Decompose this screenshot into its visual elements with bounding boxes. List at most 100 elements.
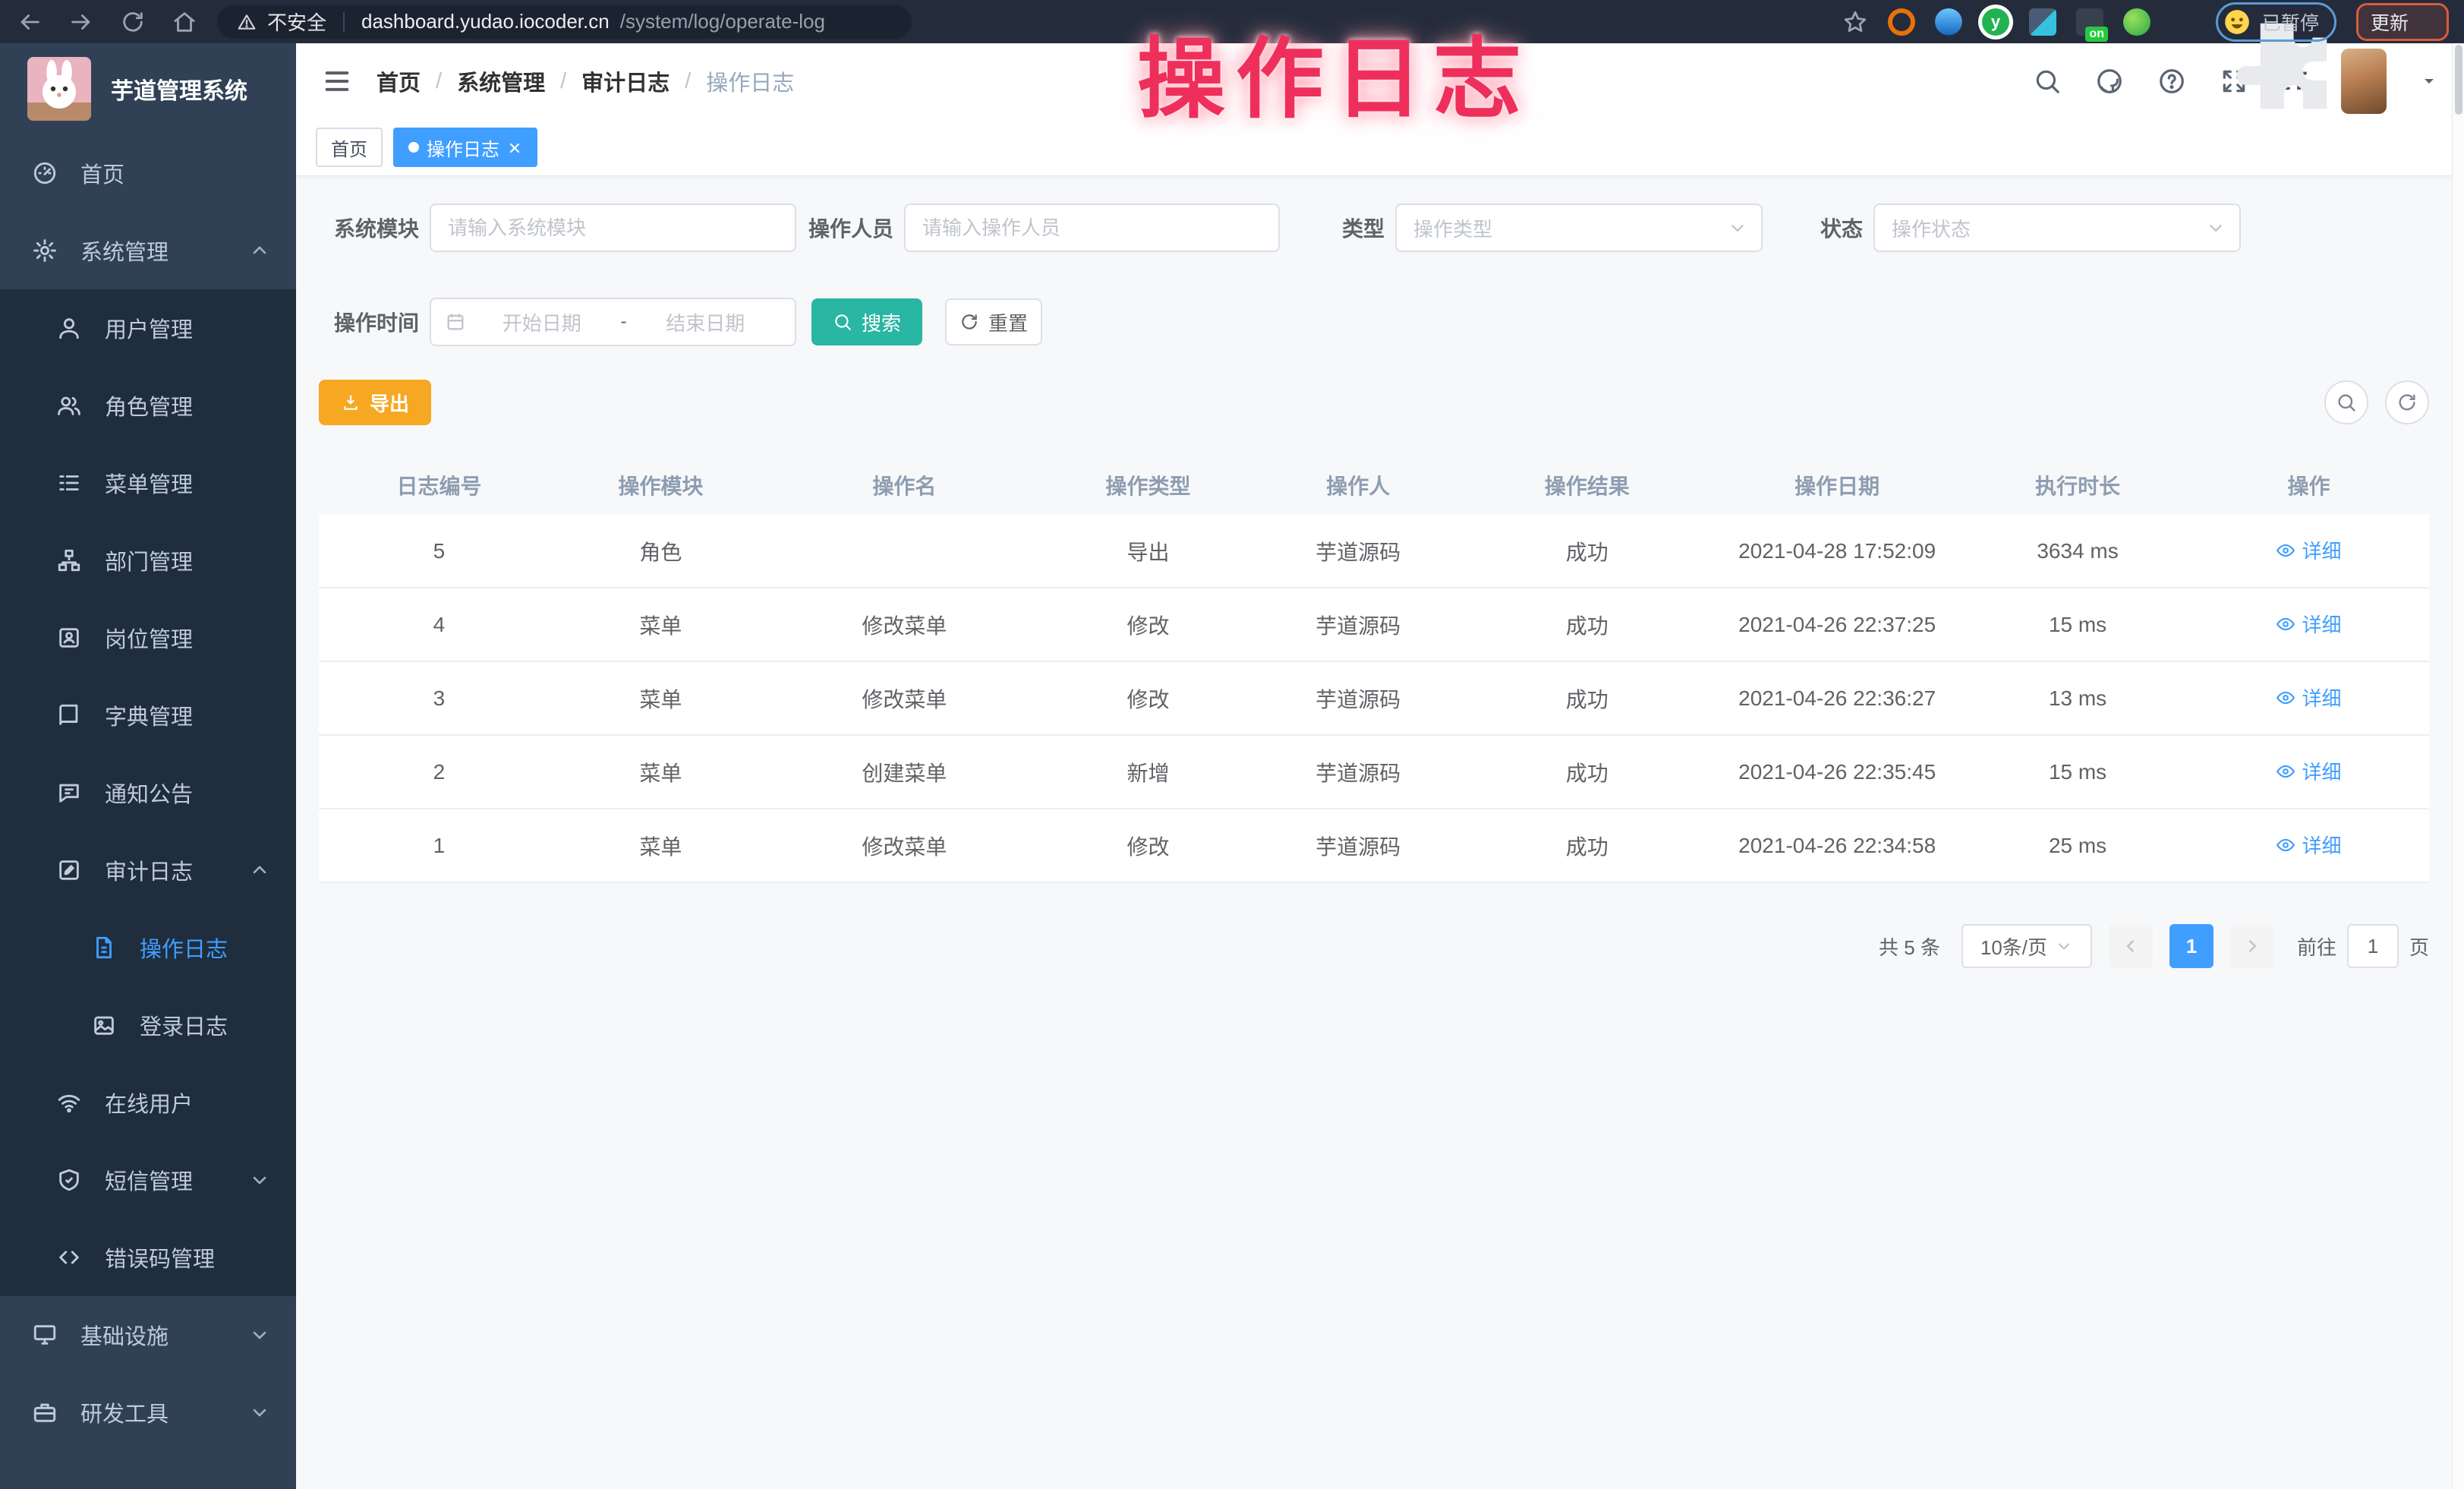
cell-log-id: 2 bbox=[319, 760, 559, 784]
bookmark-star-icon[interactable] bbox=[1842, 9, 1868, 35]
breadcrumb-separator: / bbox=[560, 69, 566, 94]
cell-duration: 15 ms bbox=[1967, 613, 2188, 637]
browser-forward-icon[interactable] bbox=[68, 9, 94, 35]
cell-operation-type: 修改 bbox=[1047, 610, 1249, 640]
app-title: 芋道管理系统 bbox=[111, 72, 247, 106]
column-header: 操作名 bbox=[762, 470, 1047, 500]
tag-home[interactable]: 首页 bbox=[316, 128, 383, 167]
app-logo-row[interactable]: 芋道管理系统 bbox=[0, 43, 296, 134]
sidebar-item-error-code-management[interactable]: 错误码管理 bbox=[0, 1219, 296, 1296]
toggle-search-button[interactable] bbox=[2324, 380, 2368, 424]
next-page-button[interactable] bbox=[2230, 924, 2274, 968]
tags-view-bar: 首页 操作日志 bbox=[296, 119, 2464, 176]
hamburger-icon[interactable] bbox=[322, 66, 352, 96]
detail-link[interactable]: 详细 bbox=[2276, 683, 2341, 711]
extension-leaf-icon[interactable] bbox=[2123, 8, 2150, 36]
search-icon[interactable] bbox=[2033, 67, 2062, 96]
breadcrumb-home[interactable]: 首页 bbox=[377, 65, 421, 97]
status-select[interactable]: 操作状态 bbox=[1873, 203, 2241, 252]
detail-link[interactable]: 详细 bbox=[2276, 610, 2341, 638]
close-icon[interactable] bbox=[507, 140, 522, 155]
cell-log-id: 1 bbox=[319, 834, 559, 858]
extension-green-circle-icon[interactable]: y bbox=[1982, 8, 2009, 36]
app-logo-image bbox=[27, 57, 91, 121]
sidebar-item-notice-announcement[interactable]: 通知公告 bbox=[0, 754, 296, 831]
emoji-avatar-icon bbox=[2223, 8, 2251, 36]
detail-link[interactable]: 详细 bbox=[2276, 536, 2341, 564]
page-size-value: 10条/页 bbox=[1980, 932, 2047, 961]
sidebar-item-label: 系统管理 bbox=[80, 235, 169, 267]
extension-orange-icon[interactable] bbox=[1888, 8, 1915, 36]
update-label: 更新 bbox=[2371, 8, 2409, 36]
breadcrumb-system-management[interactable]: 系统管理 bbox=[457, 65, 545, 97]
sidebar-item-sms-management[interactable]: 短信管理 bbox=[0, 1141, 296, 1219]
operator-input[interactable] bbox=[904, 203, 1280, 252]
sidebar-item-dictionary-management[interactable]: 字典管理 bbox=[0, 677, 296, 754]
extension-pin-icon[interactable] bbox=[1935, 8, 1962, 36]
sidebar-item-infrastructure[interactable]: 基础设施 bbox=[0, 1296, 296, 1374]
cell-module: 菜单 bbox=[559, 831, 762, 861]
detail-link[interactable]: 详细 bbox=[2276, 757, 2341, 785]
extension-blue-icon[interactable] bbox=[2029, 8, 2056, 36]
code-icon bbox=[56, 1245, 82, 1270]
page-scrollbar[interactable] bbox=[2452, 43, 2464, 1489]
refresh-table-button[interactable] bbox=[2385, 380, 2429, 424]
cell-duration: 13 ms bbox=[1967, 686, 2188, 711]
date-range-picker[interactable]: 开始日期 - 结束日期 bbox=[430, 298, 796, 346]
chevron-left-icon bbox=[2121, 936, 2141, 956]
browser-update-button[interactable]: 更新 bbox=[2356, 3, 2449, 41]
sidebar-item-role-management[interactable]: 角色管理 bbox=[0, 367, 296, 444]
sidebar-item-audit-log[interactable]: 审计日志 bbox=[0, 831, 296, 909]
browser-reload-icon[interactable] bbox=[120, 9, 146, 35]
page-size-select[interactable]: 10条/页 bbox=[1961, 924, 2092, 968]
paused-label: 已暂停 bbox=[2262, 8, 2319, 36]
paused-profile-chip[interactable]: 已暂停 bbox=[2216, 2, 2336, 42]
filter-row-2: 操作时间 开始日期 - 结束日期 搜索 重置 bbox=[319, 298, 2429, 346]
page-content: 系统模块 操作人员 类型 操作类型 状态 操作状态 操作时间 开始日期 - 结束… bbox=[296, 176, 2464, 968]
module-input[interactable] bbox=[430, 203, 796, 252]
column-header: 操作模块 bbox=[559, 470, 762, 500]
search-button[interactable]: 搜索 bbox=[811, 298, 922, 345]
chevron-down-icon bbox=[249, 1169, 270, 1191]
users-icon bbox=[56, 393, 82, 418]
sidebar-item-login-log[interactable]: 登录日志 bbox=[0, 986, 296, 1064]
type-select[interactable]: 操作类型 bbox=[1395, 203, 1763, 252]
cell-result: 成功 bbox=[1467, 757, 1707, 787]
eye-icon bbox=[2276, 688, 2295, 708]
goto-page-input[interactable] bbox=[2347, 924, 2399, 968]
github-icon[interactable] bbox=[2095, 67, 2124, 96]
breadcrumb-audit-log[interactable]: 审计日志 bbox=[581, 65, 670, 97]
shield-icon bbox=[56, 1167, 82, 1193]
sidebar-item-department-management[interactable]: 部门管理 bbox=[0, 522, 296, 599]
sidebar-item-system-management[interactable]: 系统管理 bbox=[0, 212, 296, 289]
browser-back-icon[interactable] bbox=[17, 9, 43, 35]
export-button[interactable]: 导出 bbox=[319, 380, 431, 425]
not-secure-warning-icon bbox=[237, 12, 257, 32]
export-button-label: 导出 bbox=[370, 389, 409, 417]
cell-result: 成功 bbox=[1467, 683, 1707, 714]
table-row: 3 菜单 修改菜单 修改 芋道源码 成功 2021-04-26 22:36:27… bbox=[319, 662, 2429, 736]
cell-duration: 15 ms bbox=[1967, 760, 2188, 784]
end-date-placeholder: 结束日期 bbox=[630, 308, 782, 336]
chevron-down-icon bbox=[1728, 218, 1747, 238]
sidebar-item-online-users[interactable]: 在线用户 bbox=[0, 1064, 296, 1141]
extension-dark-icon[interactable]: on bbox=[2076, 8, 2103, 36]
detail-link[interactable]: 详细 bbox=[2276, 831, 2341, 859]
extensions-puzzle-icon[interactable] bbox=[2170, 9, 2196, 35]
tag-operate-log[interactable]: 操作日志 bbox=[393, 128, 537, 167]
browser-menu-dots-icon[interactable] bbox=[2419, 12, 2439, 32]
browser-home-icon[interactable] bbox=[172, 9, 197, 35]
chevron-up-icon bbox=[249, 240, 270, 261]
sidebar-item-post-management[interactable]: 岗位管理 bbox=[0, 599, 296, 677]
sidebar-item-home[interactable]: 首页 bbox=[0, 134, 296, 212]
sidebar-item-operate-log[interactable]: 操作日志 bbox=[0, 909, 296, 986]
page-number-button[interactable]: 1 bbox=[2169, 924, 2214, 968]
sidebar-item-label: 基础设施 bbox=[80, 1319, 169, 1351]
prev-page-button[interactable] bbox=[2109, 924, 2153, 968]
sidebar-item-menu-management[interactable]: 菜单管理 bbox=[0, 444, 296, 522]
reset-button[interactable]: 重置 bbox=[945, 298, 1042, 345]
sidebar-item-dev-tools[interactable]: 研发工具 bbox=[0, 1374, 296, 1451]
table-header-row: 日志编号 操作模块 操作名 操作类型 操作人 操作结果 操作日期 执行时长 操作 bbox=[319, 456, 2429, 515]
address-bar[interactable]: 不安全 dashboard.yudao.iocoder.cn/system/lo… bbox=[217, 5, 912, 39]
sidebar-item-user-management[interactable]: 用户管理 bbox=[0, 289, 296, 367]
